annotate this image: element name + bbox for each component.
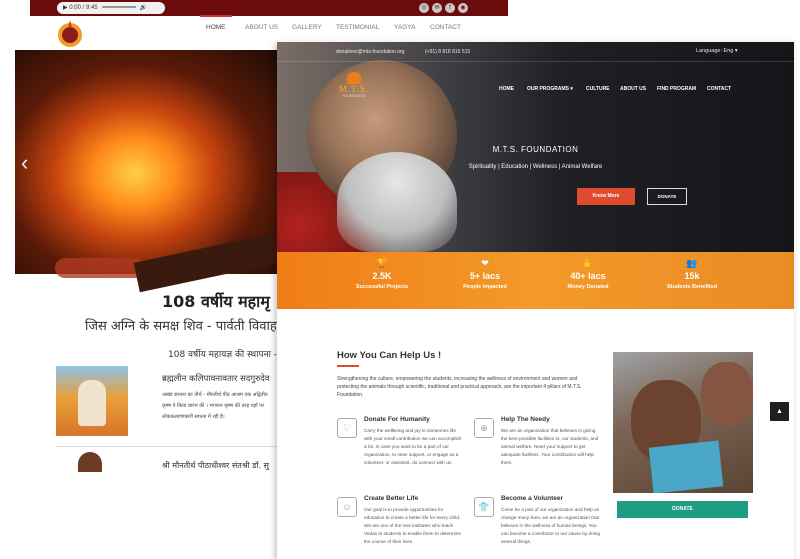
card-body: Carry the wellbeing and joy to someones …: [364, 428, 462, 465]
social-icon[interactable]: ◎: [419, 3, 429, 13]
title-underline: [337, 365, 359, 367]
nav-testimonial[interactable]: TESTIMONIAL: [336, 24, 379, 31]
donate-button[interactable]: DONATE: [617, 501, 748, 518]
people-icon: ☺: [337, 497, 357, 517]
logo-mark-icon: [347, 72, 361, 84]
nav-programs[interactable]: OUR PROGRAMS ▾: [527, 86, 573, 92]
logo-text: M.T.S.: [338, 84, 370, 94]
social-icon[interactable]: ✉: [432, 3, 442, 13]
stat-number: 5+ lacs: [469, 271, 501, 281]
contact-phone[interactable]: (+91) 8 818 815 515: [425, 49, 470, 55]
know-more-button[interactable]: Know More: [577, 188, 635, 205]
card-body: Our goal is to provide opportunities for…: [364, 507, 461, 544]
card-title: Become a Volunteer: [501, 495, 564, 502]
stat-number: 40+ lacs: [570, 271, 606, 281]
avatar: [78, 452, 102, 472]
nav-home[interactable]: HOME: [200, 15, 231, 31]
hand-heart-icon: ♡: [337, 418, 357, 438]
stat-number: 15k: [684, 271, 700, 281]
nav-about[interactable]: ABOUT US: [245, 24, 278, 31]
stat-label: People Impacted: [463, 284, 507, 290]
nav-about[interactable]: ABOUT US: [620, 86, 646, 92]
stat-item: 🏆 2.5K Successful Projects: [322, 252, 442, 290]
hero-slider: ‹: [15, 50, 297, 293]
social-icon[interactable]: ◉: [458, 3, 468, 13]
hero-section: donations@mts-foundation.org (+91) 8 818…: [277, 42, 794, 252]
front-website: donations@mts-foundation.org (+91) 8 818…: [277, 42, 794, 559]
profile-line: अखंड साधना का तीर्थ - मौनतीर्थ पीठ आश्रम…: [162, 392, 268, 398]
card-body: Come be a part of our organization and h…: [501, 507, 601, 544]
audio-player[interactable]: ▶ 0:00 / 9:45 🔊: [57, 2, 165, 14]
nav-home[interactable]: HOME: [499, 86, 514, 92]
money-icon: ✋: [582, 258, 594, 268]
stat-label: Students Benefited: [666, 284, 718, 290]
trophy-icon: 🏆: [376, 258, 388, 268]
nav-yagya[interactable]: YAGYA: [394, 24, 415, 31]
nav-find-program[interactable]: FIND PROGRAM: [657, 86, 696, 92]
stat-item: ✋ 40+ lacs Money Donated: [528, 252, 648, 290]
site-logo[interactable]: [54, 18, 86, 48]
stat-item: ❤ 5+ lacs People Impacted: [425, 252, 545, 290]
profile-line-2: श्री मौनतीर्थ पीठाधीश्वर संतश्री डॉ. सु: [162, 461, 269, 470]
nav-contact[interactable]: CONTACT: [707, 86, 731, 92]
slider-prev-icon[interactable]: ‹: [21, 150, 28, 176]
page-heading: 108 वर्षीय महामृ: [162, 292, 270, 311]
students-icon: 👥: [686, 258, 698, 268]
card-title: Donate For Humanity: [364, 416, 430, 423]
page-subheading: जिस अग्नि के समक्ष शिव - पार्वती विवाह ह…: [85, 319, 288, 334]
mts-logo[interactable]: M.T.S. FOUNDATION: [338, 72, 370, 102]
card-title: Help The Needy: [501, 416, 550, 423]
profile-body: अखंड साधना का तीर्थ - मौनतीर्थ पीठ आश्रम…: [162, 390, 280, 423]
donate-button[interactable]: DONATE: [647, 188, 687, 205]
contact-email[interactable]: donations@mts-foundation.org: [336, 49, 404, 55]
stat-number: 2.5K: [372, 271, 392, 281]
language-select[interactable]: Language: Eng ▾: [696, 48, 738, 54]
guru-image: [56, 366, 128, 436]
hero-tagline: Spirituality | Education | Wellness | An…: [468, 164, 603, 170]
scroll-top-button[interactable]: ▲: [770, 402, 789, 421]
nav-contact[interactable]: CONTACT: [430, 24, 461, 31]
stat-label: Money Donated: [567, 284, 609, 290]
facebook-icon[interactable]: f: [445, 3, 455, 13]
audio-time: 0:00 / 9:45: [69, 5, 98, 11]
children-photo: [613, 352, 753, 493]
card-title: Create Better Life: [364, 495, 419, 502]
stat-item: 👥 15k Students Benefited: [632, 252, 752, 290]
nav-gallery[interactable]: GALLERY: [292, 24, 322, 31]
divider: [56, 446, 282, 447]
logo-subtext: FOUNDATION: [342, 94, 366, 98]
profile-title: ब्रह्मलीन कलिपावनावतार सदगुरुदेव: [162, 374, 270, 384]
hero-title: M.T.S. FOUNDATION: [492, 145, 579, 154]
section-title: How You Can Help Us !: [337, 350, 442, 361]
stat-label: Successful Projects: [355, 284, 409, 290]
stats-bar: 🏆 2.5K Successful Projects ❤ 5+ lacs Peo…: [277, 252, 794, 309]
nav-culture[interactable]: CULTURE: [586, 86, 610, 92]
fire-log: [55, 258, 145, 278]
section-intro: Strengthening the culture, empowering th…: [337, 376, 582, 398]
card-body: We are an organization that believes in …: [501, 428, 599, 465]
divider: [277, 61, 794, 62]
heart-hand-icon: ❤: [481, 258, 489, 268]
intro-line: 108 वर्षीय महायज्ञ की स्थापना - गु: [168, 350, 285, 360]
globe-icon: ⊕: [474, 418, 494, 438]
profile-line: लोककल्याणकारी साधना में रही है।: [162, 414, 225, 420]
fire-log: [133, 229, 297, 293]
audio-track[interactable]: [101, 6, 136, 9]
tshirt-icon: 👕: [474, 497, 494, 517]
profile-line: कृष्ण ने किया प्रारंभ की । भगवान कृष्ण क…: [162, 403, 265, 409]
